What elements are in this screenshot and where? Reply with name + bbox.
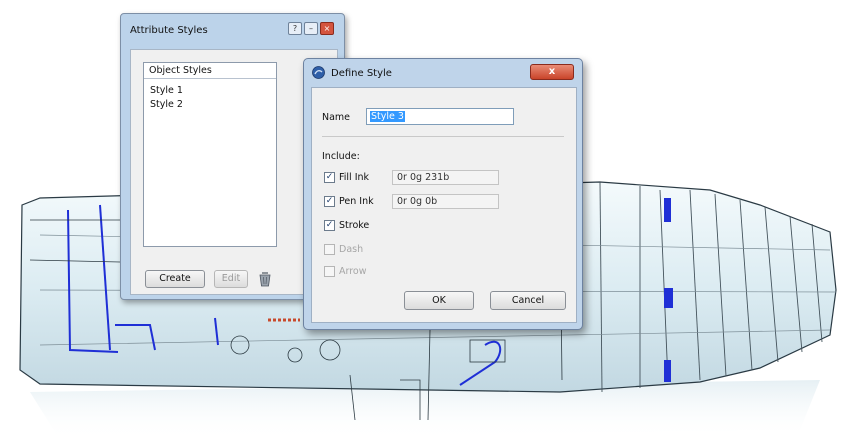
pen-ink-label: Pen Ink: [339, 196, 374, 207]
stroke-checkbox[interactable]: ✓: [324, 220, 335, 231]
edit-button[interactable]: Edit: [214, 270, 248, 288]
trash-icon[interactable]: [258, 271, 272, 287]
attribute-styles-title: Attribute Styles: [130, 25, 208, 36]
object-styles-list[interactable]: Object Styles Style 1 Style 2: [143, 62, 277, 247]
dash-label: Dash: [339, 244, 364, 255]
list-item-style-2[interactable]: Style 2: [150, 99, 183, 110]
create-button[interactable]: Create: [145, 270, 205, 288]
stroke-label: Stroke: [339, 220, 370, 231]
name-input-selected-text: Style 3: [370, 111, 405, 122]
name-input[interactable]: Style 3: [366, 108, 514, 125]
include-label: Include:: [322, 151, 360, 162]
name-label: Name: [322, 112, 351, 123]
arrow-label: Arrow: [339, 266, 367, 277]
pen-ink-value: 0r 0g 0b: [392, 194, 499, 209]
define-style-client: Name Style 3 Include: ✓ Fill Ink 0r 0g 2…: [311, 87, 577, 323]
define-style-title: Define Style: [331, 68, 392, 79]
list-item-style-1[interactable]: Style 1: [150, 85, 183, 96]
fill-ink-label: Fill Ink: [339, 172, 370, 183]
app-icon: [312, 66, 325, 79]
close-button[interactable]: x: [530, 64, 574, 80]
close-button[interactable]: ×: [320, 22, 334, 35]
fill-ink-value: 0r 0g 231b: [392, 170, 499, 185]
minimize-button[interactable]: –: [304, 22, 318, 35]
fill-ink-checkbox[interactable]: ✓: [324, 172, 335, 183]
cancel-button[interactable]: Cancel: [490, 291, 566, 310]
divider: [322, 136, 564, 137]
dash-checkbox[interactable]: [324, 244, 335, 255]
pen-ink-checkbox[interactable]: ✓: [324, 196, 335, 207]
arrow-checkbox[interactable]: [324, 266, 335, 277]
list-header: Object Styles: [144, 63, 276, 79]
help-button[interactable]: ?: [288, 22, 302, 35]
ok-button[interactable]: OK: [404, 291, 474, 310]
define-style-dialog: Define Style x Name Style 3 Include: ✓ F…: [303, 58, 583, 330]
